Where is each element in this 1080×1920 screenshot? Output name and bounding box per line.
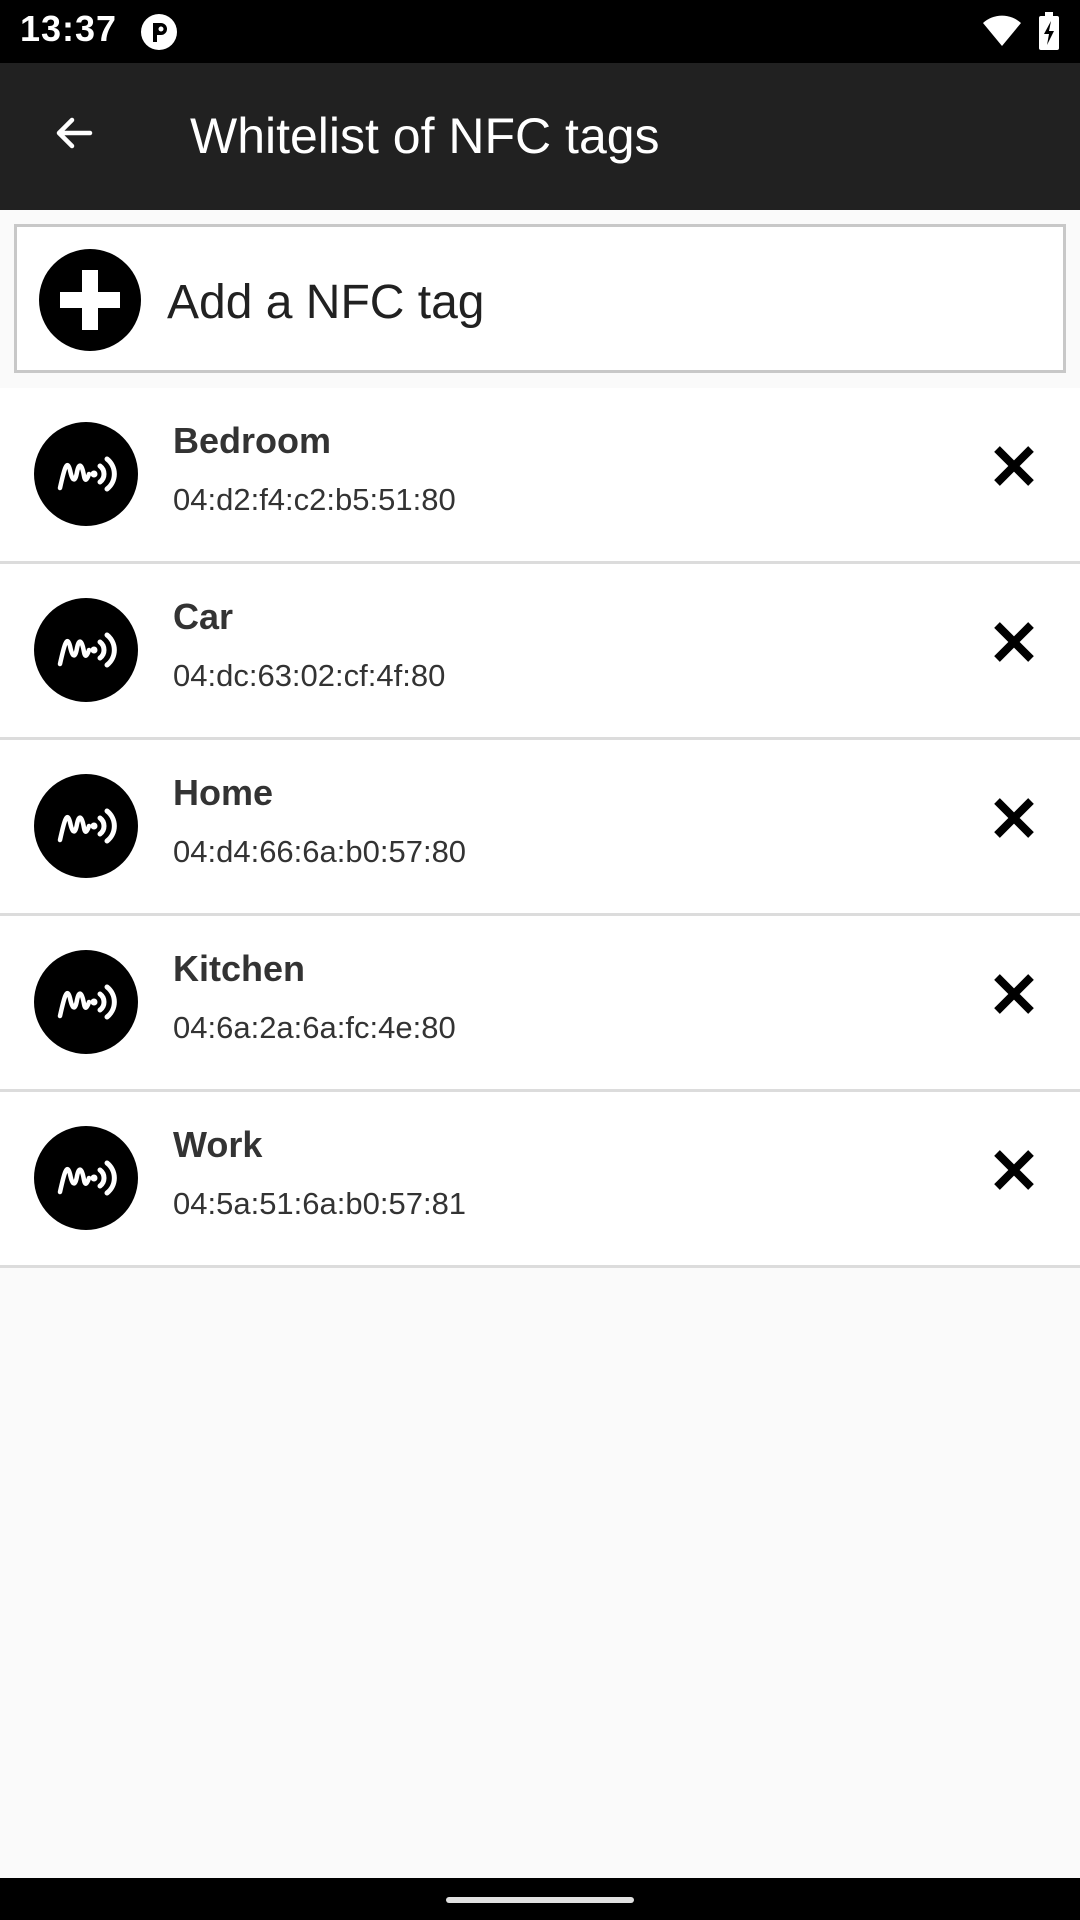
list-item[interactable]: Car 04:dc:63:02:cf:4f:80 [0,564,1080,740]
nfc-tag-icon [34,1126,138,1230]
status-time: 13:37 [20,8,118,49]
tag-id: 04:d4:66:6a:b0:57:80 [173,834,467,869]
navigation-bar [0,1878,1080,1920]
delete-tag-button[interactable] [978,430,1050,502]
status-bar: 13:37 [0,0,1080,63]
page-title: Whitelist of NFC tags [190,108,660,164]
tag-id: 04:dc:63:02:cf:4f:80 [173,658,446,693]
arrow-left-icon [56,117,93,149]
add-nfc-tag-button[interactable]: Add a NFC tag [14,224,1066,373]
tag-name: Car [173,596,234,637]
nfc-tag-list: Bedroom 04:d2:f4:c2:b5:51:80 Car 04:dc:6… [0,388,1080,1268]
add-nfc-tag-label: Add a NFC tag [167,276,485,329]
nfc-tag-icon [34,774,138,878]
battery-charging-icon [1039,12,1059,50]
close-icon [994,1150,1034,1190]
plus-circle-icon [39,249,141,351]
app-bar: Whitelist of NFC tags [0,63,1080,210]
nfc-tag-icon [34,422,138,526]
nfc-tag-icon [34,598,138,702]
back-button[interactable] [38,97,110,169]
close-icon [994,446,1034,486]
delete-tag-button[interactable] [978,958,1050,1030]
close-icon [994,974,1034,1014]
list-item[interactable]: Kitchen 04:6a:2a:6a:fc:4e:80 [0,916,1080,1092]
app-notification-icon [141,14,177,50]
close-icon [994,622,1034,662]
list-item[interactable]: Home 04:d4:66:6a:b0:57:80 [0,740,1080,916]
list-item[interactable]: Bedroom 04:d2:f4:c2:b5:51:80 [0,388,1080,564]
tag-name: Kitchen [173,948,306,989]
tag-name: Home [173,772,274,813]
list-item[interactable]: Work 04:5a:51:6a:b0:57:81 [0,1092,1080,1268]
wifi-icon [983,15,1021,46]
delete-tag-button[interactable] [978,1134,1050,1206]
tag-id: 04:6a:2a:6a:fc:4e:80 [173,1010,456,1045]
home-gesture-handle[interactable] [446,1897,634,1903]
delete-tag-button[interactable] [978,782,1050,854]
nfc-tag-icon [34,950,138,1054]
tag-id: 04:5a:51:6a:b0:57:81 [173,1186,467,1221]
close-icon [994,798,1034,838]
delete-tag-button[interactable] [978,606,1050,678]
tag-name: Bedroom [173,420,332,461]
tag-name: Work [173,1124,263,1165]
tag-id: 04:d2:f4:c2:b5:51:80 [173,482,456,517]
screen: 13:37 Whitelist of NFC tags Add a NFC ta… [0,0,1080,1920]
